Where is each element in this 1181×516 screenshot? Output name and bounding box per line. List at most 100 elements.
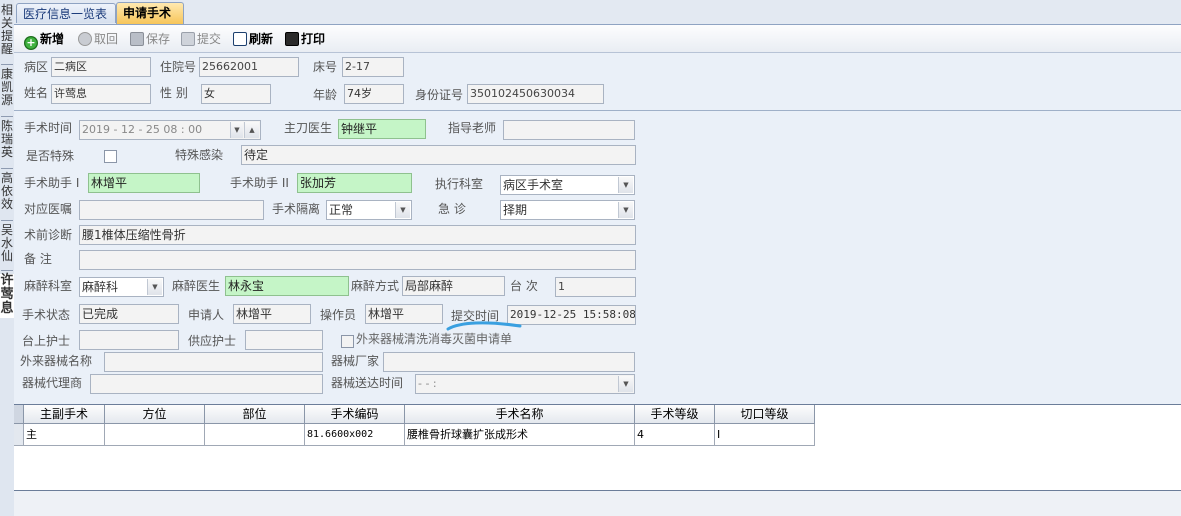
table-cell[interactable]: 主 — [24, 424, 105, 446]
special-infection-label: 特殊感染 — [175, 148, 224, 162]
bed-field[interactable]: 2-17 — [342, 57, 404, 77]
chevron-down-icon[interactable]: ▼ — [395, 202, 410, 218]
table-cell[interactable]: I — [715, 424, 815, 446]
revoke-button[interactable]: 取回 — [78, 30, 118, 48]
anesth-doctor-field[interactable]: 林永宝 — [225, 276, 349, 296]
isolation-value: 正常 — [329, 203, 354, 217]
submit-button[interactable]: 提交 — [181, 30, 221, 48]
table-cell[interactable] — [205, 424, 305, 446]
status-field[interactable]: 已完成 — [79, 304, 179, 324]
operator-label: 操作员 — [320, 308, 357, 322]
column-header[interactable]: 手术等级 — [635, 405, 715, 424]
operator-field[interactable]: 林增平 — [365, 304, 443, 324]
emergency-label: 急 诊 — [438, 202, 466, 216]
mentor-field[interactable] — [503, 120, 635, 140]
strip-item-patient[interactable]: 吴水仙 — [0, 224, 14, 266]
table-cell[interactable]: 4 — [635, 424, 715, 446]
exec-dept-select[interactable]: 病区手术室 ▼ — [500, 175, 635, 195]
anesth-dept-label: 麻醉科室 — [24, 279, 73, 293]
refresh-button[interactable]: 刷新 — [233, 30, 273, 48]
table-cell[interactable]: 81.6600x002 — [305, 424, 405, 446]
device-maker-field[interactable] — [383, 352, 635, 372]
exec-dept-value: 病区手术室 — [503, 178, 564, 192]
strip-item-patient-selected[interactable]: 许莺息 — [0, 274, 14, 318]
mentor-label: 指导老师 — [448, 121, 497, 135]
isolation-select[interactable]: 正常 ▼ — [326, 200, 412, 220]
save-button[interactable]: 保存 — [130, 30, 170, 48]
scrub-nurse-label: 台上护士 — [22, 334, 71, 348]
supply-nurse-field[interactable] — [245, 330, 323, 350]
column-header[interactable]: 主副手术 — [24, 405, 105, 424]
chevron-down-icon[interactable]: ▼ — [618, 202, 633, 218]
ward-label: 病区 — [24, 60, 49, 74]
applicant-field[interactable]: 林增平 — [233, 304, 311, 324]
surgeon-field[interactable]: 钟继平 — [338, 119, 426, 139]
special-label: 是否特殊 — [26, 149, 75, 163]
age-field[interactable]: 74岁 — [344, 84, 404, 104]
strip-item-patient[interactable]: 高依效 — [0, 172, 14, 214]
special-checkbox[interactable] — [104, 150, 117, 163]
anesth-method-label: 麻醉方式 — [351, 279, 400, 293]
order-label: 对应医嘱 — [24, 202, 73, 216]
chevron-down-icon[interactable]: ▼ — [618, 177, 633, 193]
table-cell[interactable] — [105, 424, 205, 446]
emergency-value: 择期 — [503, 203, 528, 217]
ward-field[interactable]: 二病区 — [51, 57, 151, 77]
id-field[interactable]: 350102450630034 — [467, 84, 604, 104]
column-header[interactable]: 部位 — [205, 405, 305, 424]
submit-time-field[interactable]: 2019-12-25 15:58:08 — [507, 305, 636, 325]
column-header[interactable]: 切口等级 — [715, 405, 815, 424]
device-agent-label: 器械代理商 — [22, 376, 83, 390]
inpatient-no-label: 住院号 — [160, 60, 197, 74]
tab-medical-overview[interactable]: 医疗信息一览表 — [16, 3, 116, 23]
chevron-down-icon[interactable]: ▼ — [618, 376, 633, 392]
device-delivery-label: 器械送达时间 — [331, 376, 404, 390]
ext-device-name-field[interactable] — [104, 352, 323, 372]
toolbar: + 新增 取回 保存 提交 刷新 打印 — [14, 25, 1181, 53]
column-header[interactable]: 方位 — [105, 405, 205, 424]
strip-item-patient[interactable]: 陈瑞英 — [0, 120, 14, 162]
order-field[interactable] — [79, 200, 264, 220]
anesth-dept-select[interactable]: 麻醉科 ▼ — [79, 277, 164, 297]
diagnosis-field[interactable]: 腰1椎体压缩性骨折 — [79, 225, 636, 245]
tab-bar: 医疗信息一览表 申请手术 — [14, 0, 1181, 25]
print-button[interactable]: 打印 — [285, 30, 325, 48]
device-agent-field[interactable] — [90, 374, 323, 394]
device-delivery-picker[interactable]: - - : ▼ — [415, 374, 635, 394]
chevron-down-icon[interactable]: ▼ — [147, 279, 162, 295]
table-cell[interactable]: 腰椎骨折球囊扩张成形术 — [405, 424, 635, 446]
new-button[interactable]: + 新增 — [24, 30, 64, 50]
chevron-down-icon[interactable]: ▼ — [230, 122, 243, 138]
age-label: 年龄 — [313, 88, 338, 102]
highlight-mark — [446, 321, 522, 331]
row-indicator[interactable] — [14, 424, 24, 446]
ext-device-name-label: 外来器械名称 — [20, 354, 93, 368]
device-maker-label: 器械厂家 — [331, 354, 380, 368]
external-clean-checkbox[interactable] — [341, 335, 354, 348]
gender-field[interactable]: 女 — [201, 84, 271, 104]
anesth-method-field[interactable]: 局部麻醉 — [402, 276, 505, 296]
strip-item-patient[interactable]: 康凯源 — [0, 68, 14, 110]
strip-item-reminder[interactable]: 相关提醒 — [0, 4, 14, 60]
assistant1-field[interactable]: 林增平 — [88, 173, 200, 193]
printer-icon — [285, 32, 299, 46]
spin-icon[interactable]: ▲ — [244, 122, 259, 138]
surgery-time-picker[interactable]: 2019 - 12 - 25 08 : 00 ▼ ▲ — [79, 120, 261, 140]
scrub-nurse-field[interactable] — [79, 330, 179, 350]
procedure-grid: 主副手术 方位 部位 手术编码 手术名称 手术等级 切口等级 主 81.6600… — [14, 405, 1181, 491]
assistant2-label: 手术助手 II — [230, 176, 289, 190]
inpatient-no-field[interactable]: 25662001 — [199, 57, 299, 77]
patient-strip: 相关提醒 康凯源 陈瑞英 高依效 吴水仙 许莺息 — [0, 0, 15, 516]
special-infection-field[interactable]: 待定 — [241, 145, 636, 165]
emergency-select[interactable]: 择期 ▼ — [500, 200, 635, 220]
column-header[interactable]: 手术名称 — [405, 405, 635, 424]
table-no-label: 台 次 — [510, 279, 538, 293]
table-no-field[interactable]: 1 — [555, 277, 636, 297]
remark-field[interactable] — [79, 250, 636, 270]
anesth-doctor-label: 麻醉医生 — [172, 279, 221, 293]
column-header[interactable]: 手术编码 — [305, 405, 405, 424]
assistant2-field[interactable]: 张加芳 — [297, 173, 412, 193]
checkmark-icon — [181, 32, 195, 46]
name-field[interactable]: 许莺息 — [51, 84, 151, 104]
tab-surgery-request[interactable]: 申请手术 — [116, 2, 184, 24]
